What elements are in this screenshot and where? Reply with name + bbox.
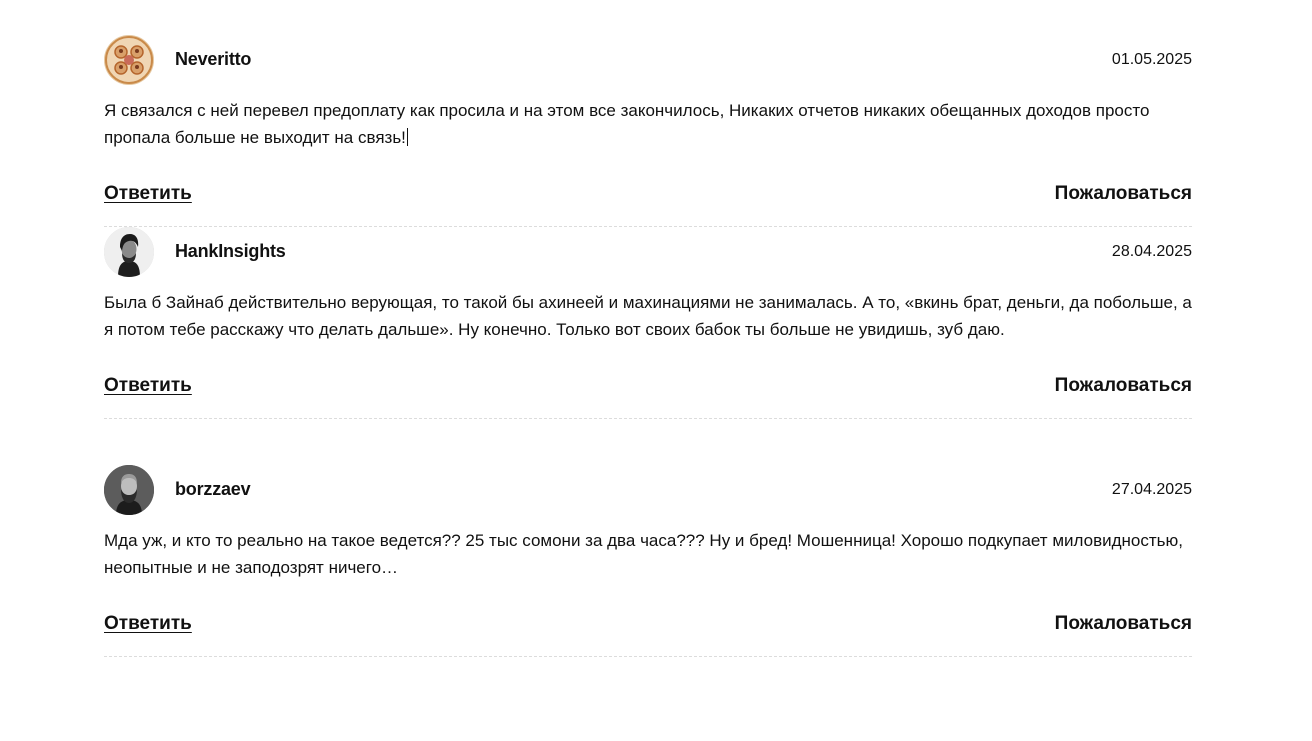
comment-item: Neveritto 01.05.2025 Я связался с ней пе… <box>104 35 1192 227</box>
text-cursor <box>406 128 408 146</box>
comments-list: Neveritto 01.05.2025 Я связался с ней пе… <box>104 0 1192 703</box>
report-link[interactable]: Пожаловаться <box>1055 183 1192 205</box>
comment-text-content: Я связался с ней перевел предоплату как … <box>104 101 1150 147</box>
avatar-icon[interactable] <box>104 227 154 277</box>
report-link[interactable]: Пожаловаться <box>1055 375 1192 397</box>
username[interactable]: borzzaev <box>175 479 251 500</box>
comment-header: HankInsights 28.04.2025 <box>104 227 1192 277</box>
username[interactable]: HankInsights <box>175 241 286 262</box>
reply-link[interactable]: Ответить <box>104 183 192 205</box>
comment-date: 27.04.2025 <box>1111 481 1192 498</box>
comment-header: borzzaev 27.04.2025 <box>104 465 1192 515</box>
comment-date: 28.04.2025 <box>1111 243 1192 260</box>
comment-item: HankInsights 28.04.2025 Была б Зайнаб де… <box>104 227 1192 465</box>
comment-text: Мда уж, и кто то реально на такое ведетс… <box>104 531 1183 577</box>
avatar-icon[interactable] <box>104 465 154 515</box>
comment-text: Была б Зайнаб действительно верующая, то… <box>104 293 1192 339</box>
comment-actions: Ответить Пожаловаться <box>104 183 1192 209</box>
comment-actions: Ответить Пожаловаться <box>104 613 1192 639</box>
reply-link[interactable]: Ответить <box>104 613 192 635</box>
avatar-icon[interactable] <box>104 35 154 85</box>
comment-item: borzzaev 27.04.2025 Мда уж, и кто то реа… <box>104 465 1192 703</box>
comment-text: Я связался с ней перевел предоплату как … <box>104 97 1192 151</box>
username[interactable]: Neveritto <box>175 49 251 70</box>
comment-divider <box>104 418 1192 419</box>
comment-divider <box>104 656 1192 657</box>
comment-actions: Ответить Пожаловаться <box>104 375 1192 401</box>
reply-link[interactable]: Ответить <box>104 375 192 397</box>
comment-header: Neveritto 01.05.2025 <box>104 35 1192 85</box>
comment-date: 01.05.2025 <box>1111 51 1192 68</box>
report-link[interactable]: Пожаловаться <box>1055 613 1192 635</box>
